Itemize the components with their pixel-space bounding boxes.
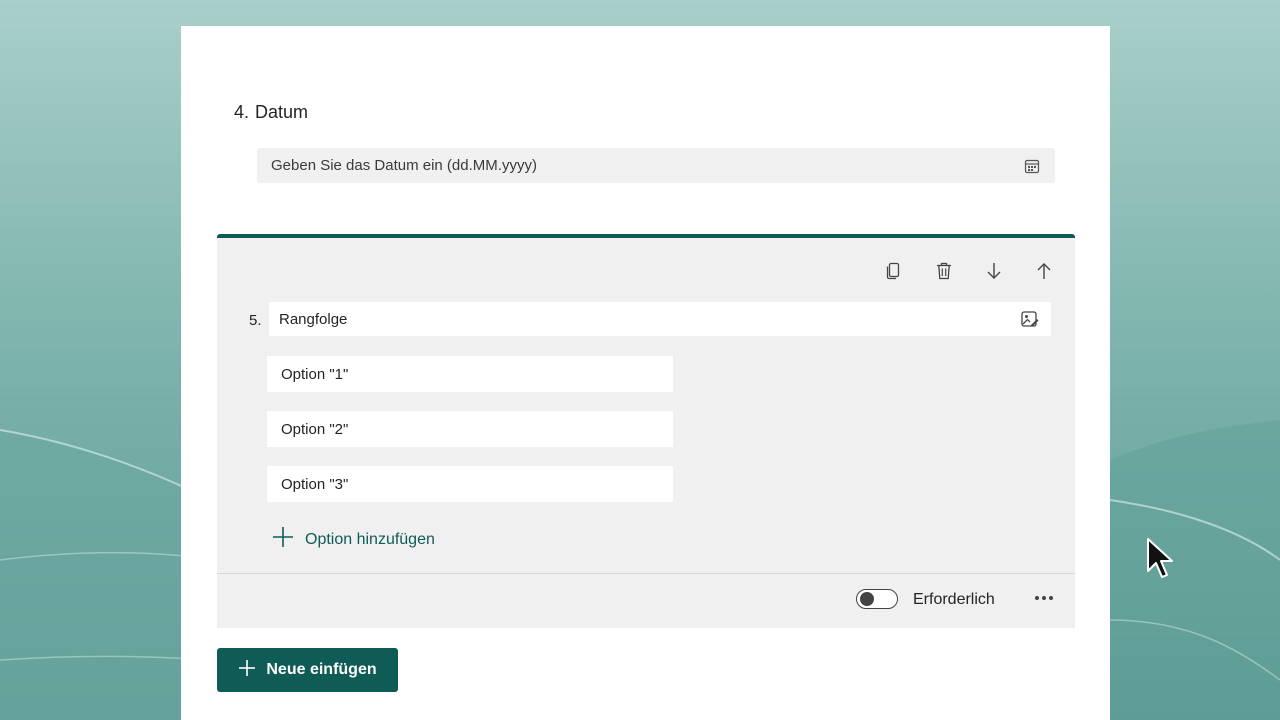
question-title-input[interactable]: Rangfolge bbox=[269, 302, 1051, 336]
insert-new-button[interactable]: Neue einfügen bbox=[217, 648, 398, 692]
option-text: Option "2" bbox=[281, 420, 349, 438]
copy-icon[interactable] bbox=[883, 260, 905, 282]
option-text: Option "1" bbox=[281, 365, 349, 383]
date-placeholder: Geben Sie das Datum ein (dd.MM.yyyy) bbox=[271, 157, 537, 174]
add-option-button[interactable]: Option hinzufügen bbox=[271, 525, 435, 554]
required-label: Erforderlich bbox=[913, 591, 995, 608]
required-toggle[interactable] bbox=[856, 589, 898, 609]
question-4-number: 4. bbox=[234, 102, 250, 122]
question-5-editor[interactable]: 5. Rangfolge Option "1" Option "2" Optio… bbox=[217, 234, 1075, 628]
mouse-cursor-icon bbox=[1146, 537, 1174, 586]
question-5-number: 5. bbox=[249, 312, 262, 329]
date-input[interactable]: Geben Sie das Datum ein (dd.MM.yyyy) bbox=[257, 148, 1055, 183]
question-4-label: Datum bbox=[255, 102, 309, 122]
toggle-knob bbox=[860, 592, 874, 606]
arrow-up-icon[interactable] bbox=[1033, 260, 1055, 282]
option-input-1[interactable]: Option "1" bbox=[267, 356, 673, 392]
plus-icon bbox=[238, 659, 256, 682]
question-footer: Erforderlich bbox=[217, 574, 1075, 632]
option-input-2[interactable]: Option "2" bbox=[267, 411, 673, 447]
arrow-down-icon[interactable] bbox=[983, 260, 1005, 282]
insert-new-label: Neue einfügen bbox=[266, 661, 377, 678]
question-title-text: Rangfolge bbox=[279, 310, 348, 328]
calendar-icon[interactable] bbox=[1023, 157, 1041, 175]
option-input-3[interactable]: Option "3" bbox=[267, 466, 673, 502]
plus-icon bbox=[271, 525, 295, 554]
question-4-title: 4. Datum bbox=[234, 102, 308, 123]
insert-media-icon[interactable] bbox=[1019, 308, 1041, 330]
option-text: Option "3" bbox=[281, 475, 349, 493]
add-option-label: Option hinzufügen bbox=[305, 530, 435, 548]
form-card: 4. Datum Geben Sie das Datum ein (dd.MM.… bbox=[181, 26, 1110, 720]
question-toolbar bbox=[883, 260, 1055, 282]
trash-icon[interactable] bbox=[933, 260, 955, 282]
ellipsis-icon[interactable] bbox=[1032, 586, 1056, 610]
